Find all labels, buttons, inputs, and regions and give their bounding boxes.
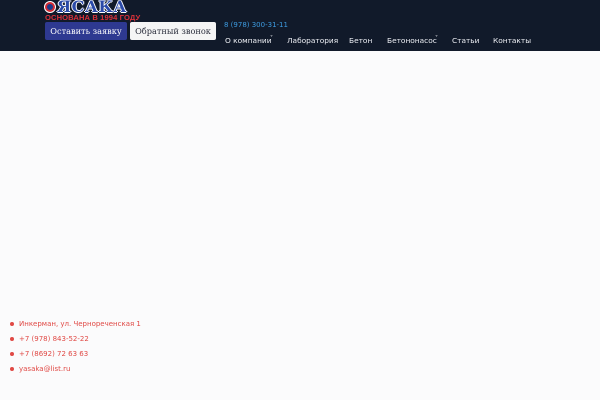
address-text: Инкерман, ул. Чернореченская 1 — [19, 320, 141, 328]
callback-button[interactable]: Обратный звонок — [130, 22, 216, 40]
bullet-icon — [10, 322, 14, 326]
bullet-icon — [10, 337, 14, 341]
nav-item-concrete-pump[interactable]: Бетононасос — [387, 36, 437, 45]
chevron-down-icon[interactable]: ˅ — [270, 35, 273, 42]
phone-link[interactable]: +7 (8692) 72 63 63 — [19, 350, 88, 358]
nav-item-about[interactable]: О компании — [225, 36, 272, 45]
chevron-down-icon[interactable]: ˅ — [435, 35, 438, 42]
phone-link[interactable]: +7 (978) 843-52-22 — [19, 335, 89, 343]
logo-emblem-icon — [44, 1, 56, 13]
bullet-icon — [10, 352, 14, 356]
header-phone-link[interactable]: 8 (978) 300-31-11 — [224, 21, 288, 29]
nav-item-concrete[interactable]: Бетон — [349, 36, 372, 45]
bullet-icon — [10, 367, 14, 371]
nav-item-laboratory[interactable]: Лаборатория — [287, 36, 338, 45]
request-button[interactable]: Оставить заявку — [45, 22, 127, 40]
nav-item-articles[interactable]: Статьи — [452, 36, 479, 45]
logo[interactable]: ЯСАКА ОСНОВАНА В 1994 ГОДУ — [44, 0, 144, 22]
logo-tagline: ОСНОВАНА В 1994 ГОДУ — [45, 13, 141, 22]
site-header: ЯСАКА ОСНОВАНА В 1994 ГОДУ Оставить заяв… — [0, 0, 600, 51]
nav-item-contacts[interactable]: Контакты — [493, 36, 531, 45]
email-link[interactable]: yasaka@list.ru — [19, 365, 70, 373]
